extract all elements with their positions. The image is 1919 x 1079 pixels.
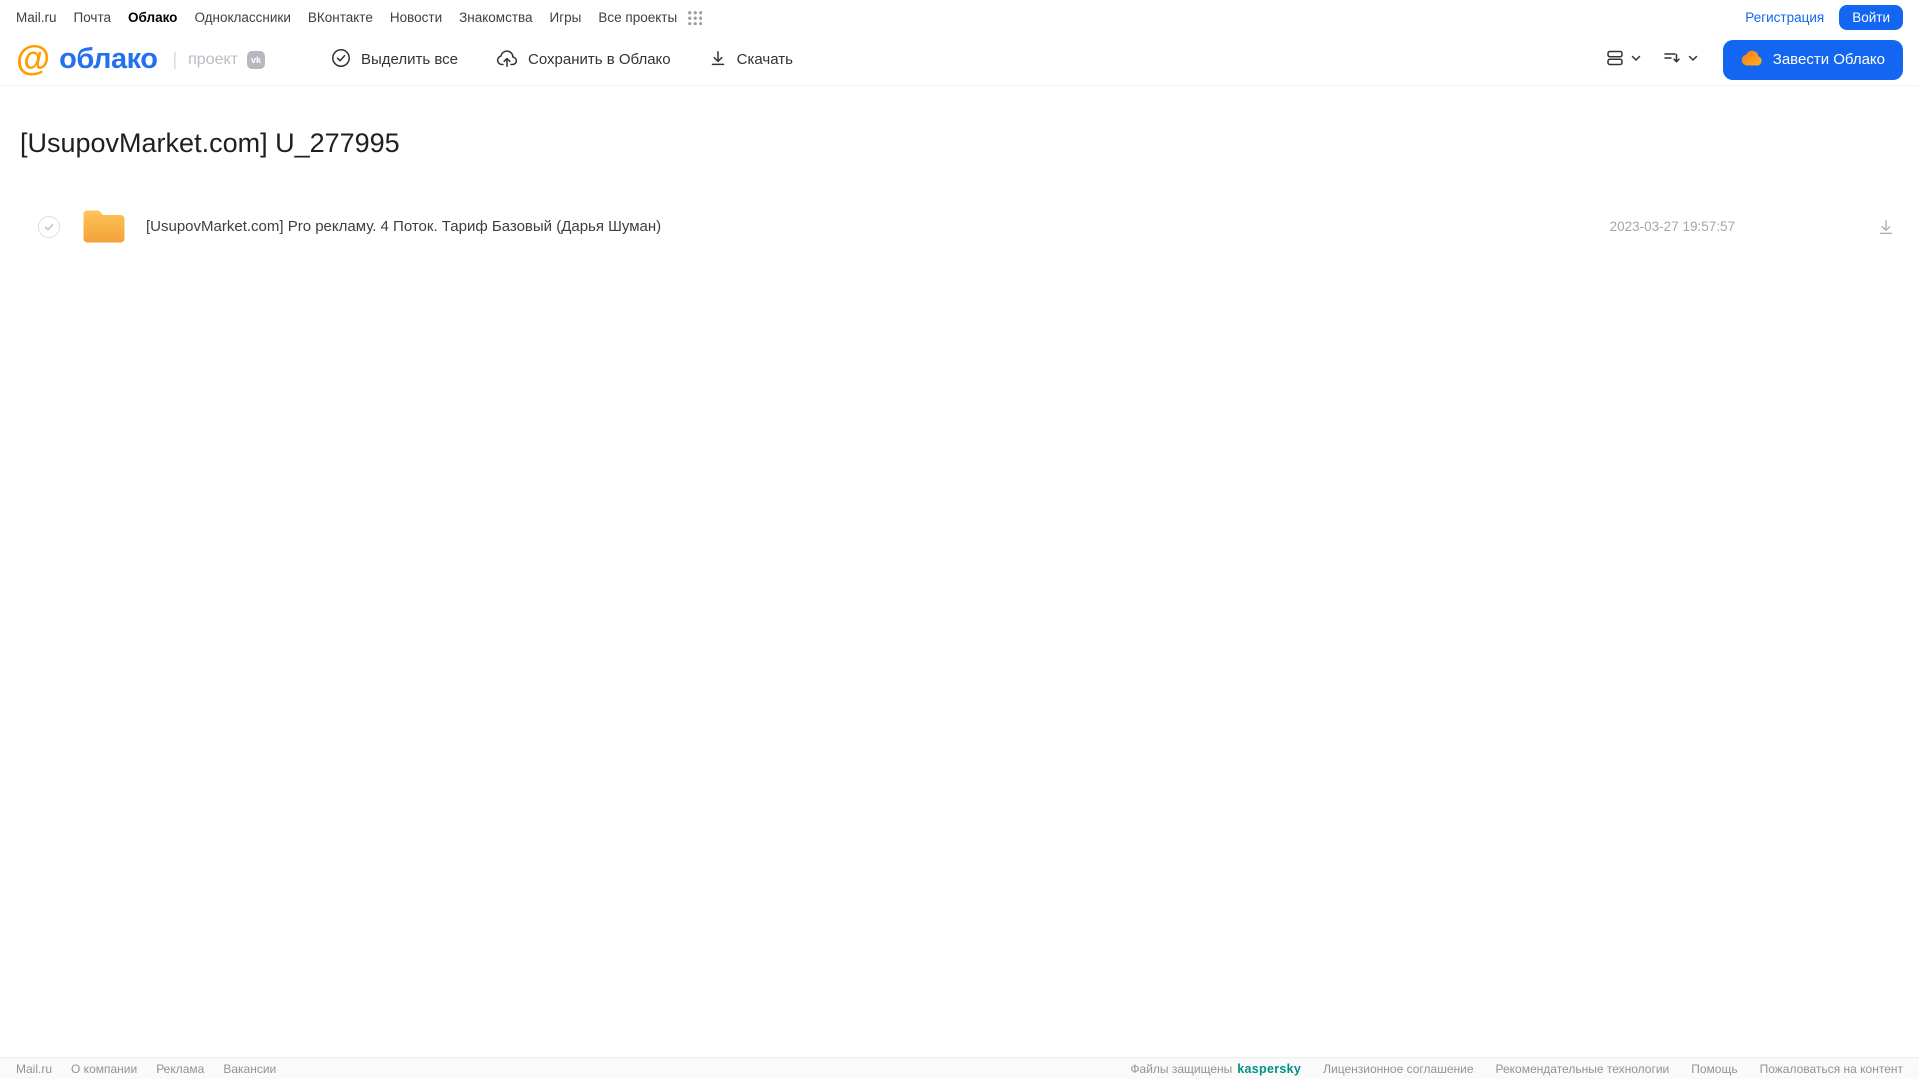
view-mode-dropdown[interactable] xyxy=(1605,48,1642,71)
footer-link-reklama[interactable]: Реклама xyxy=(156,1062,204,1076)
folder-name-link[interactable]: [UsupovMarket.com] Pro рекламу. 4 Поток.… xyxy=(146,218,1610,235)
file-toolbar: Выделить все Сохранить в Облако Скачать xyxy=(331,48,793,72)
kaspersky-logo[interactable]: kaspersky xyxy=(1237,1062,1301,1076)
registration-link[interactable]: Регистрация xyxy=(1745,10,1824,25)
footer-link-mailru[interactable]: Mail.ru xyxy=(16,1062,52,1076)
logo-project-label: проект xyxy=(188,50,239,68)
download-button[interactable]: Скачать xyxy=(709,49,793,71)
protected-label: Файлы защищены xyxy=(1130,1061,1233,1076)
portal-links: Mail.ru Почта Облако Одноклассники ВКонт… xyxy=(16,10,677,25)
check-circle-icon xyxy=(331,48,351,72)
row-checkbox[interactable] xyxy=(38,215,60,238)
cloud-upload-icon xyxy=(496,48,518,72)
folder-icon[interactable] xyxy=(82,209,126,244)
header-right-controls: Завести Облако xyxy=(1605,39,1903,80)
view-list-icon xyxy=(1605,48,1625,71)
get-cloud-label: Завести Облако xyxy=(1772,51,1885,68)
footer-right-links: Файлы защищены kaspersky Лицензионное со… xyxy=(1130,1062,1903,1076)
topnav-item-mailru[interactable]: Mail.ru xyxy=(16,10,57,25)
mailru-at-icon: @ xyxy=(16,39,51,78)
cloud-icon xyxy=(1741,50,1763,70)
file-row[interactable]: [UsupovMarket.com] Pro рекламу. 4 Поток.… xyxy=(0,199,1919,254)
save-to-cloud-label: Сохранить в Облако xyxy=(528,51,671,68)
sort-dropdown[interactable] xyxy=(1662,48,1699,71)
footer-link-vakansii[interactable]: Вакансии xyxy=(223,1062,276,1076)
page-title: [UsupovMarket.com] U_277995 xyxy=(20,128,400,158)
logo-product-name: облако xyxy=(59,43,158,75)
vk-badge-icon: vk xyxy=(247,50,266,69)
apps-grid-icon[interactable] xyxy=(687,9,703,25)
file-modified-date: 2023-03-27 19:57:57 xyxy=(1609,219,1735,234)
sort-icon xyxy=(1662,48,1682,71)
topnav-item-igry[interactable]: Игры xyxy=(550,10,582,25)
footer-link-license[interactable]: Лицензионное соглашение xyxy=(1323,1062,1473,1076)
topnav-item-pochta[interactable]: Почта xyxy=(74,10,112,25)
kaspersky-protected: Файлы защищены kaspersky xyxy=(1130,1062,1301,1076)
footer-left-links: Mail.ru О компании Реклама Вакансии xyxy=(16,1062,276,1076)
select-all-label: Выделить все xyxy=(361,51,459,68)
download-label: Скачать xyxy=(736,51,793,68)
topnav-item-vse-proekty[interactable]: Все проекты xyxy=(598,10,677,25)
row-download-button[interactable] xyxy=(1877,218,1895,236)
login-button[interactable]: Войти xyxy=(1839,4,1903,30)
download-icon xyxy=(709,49,727,71)
topnav-item-odnoklassniki[interactable]: Одноклассники xyxy=(194,10,290,25)
save-to-cloud-button[interactable]: Сохранить в Облако xyxy=(496,48,671,72)
select-all-button[interactable]: Выделить все xyxy=(331,48,458,72)
topnav-item-znakomstva[interactable]: Знакомства xyxy=(459,10,532,25)
footer-link-o-kompanii[interactable]: О компании xyxy=(71,1062,137,1076)
footer-link-recommend-tech[interactable]: Рекомендательные технологии xyxy=(1496,1062,1670,1076)
chevron-down-icon xyxy=(1687,52,1699,67)
portal-topnav: Mail.ru Почта Облако Одноклассники ВКонт… xyxy=(0,0,1919,34)
footer-link-report-content[interactable]: Пожаловаться на контент xyxy=(1760,1062,1903,1076)
topnav-auth: Регистрация Войти xyxy=(1745,4,1903,30)
shared-folder-page: [UsupovMarket.com] U_277995 [UsupovMarke… xyxy=(0,128,1919,254)
get-cloud-button[interactable]: Завести Облако xyxy=(1722,39,1903,80)
topnav-item-oblako[interactable]: Облако xyxy=(128,10,177,25)
logo-divider: | xyxy=(172,49,178,69)
cloud-header: @ облако | проект vk Выделить все Сохран… xyxy=(0,34,1919,86)
chevron-down-icon xyxy=(1630,52,1642,67)
topnav-item-vkontakte[interactable]: ВКонтакте xyxy=(308,10,373,25)
page-footer: Mail.ru О компании Реклама Вакансии Файл… xyxy=(0,1057,1919,1079)
footer-link-help[interactable]: Помощь xyxy=(1691,1062,1737,1076)
cloud-logo[interactable]: @ облако | проект vk xyxy=(16,39,266,78)
topnav-item-novosti[interactable]: Новости xyxy=(390,10,442,25)
